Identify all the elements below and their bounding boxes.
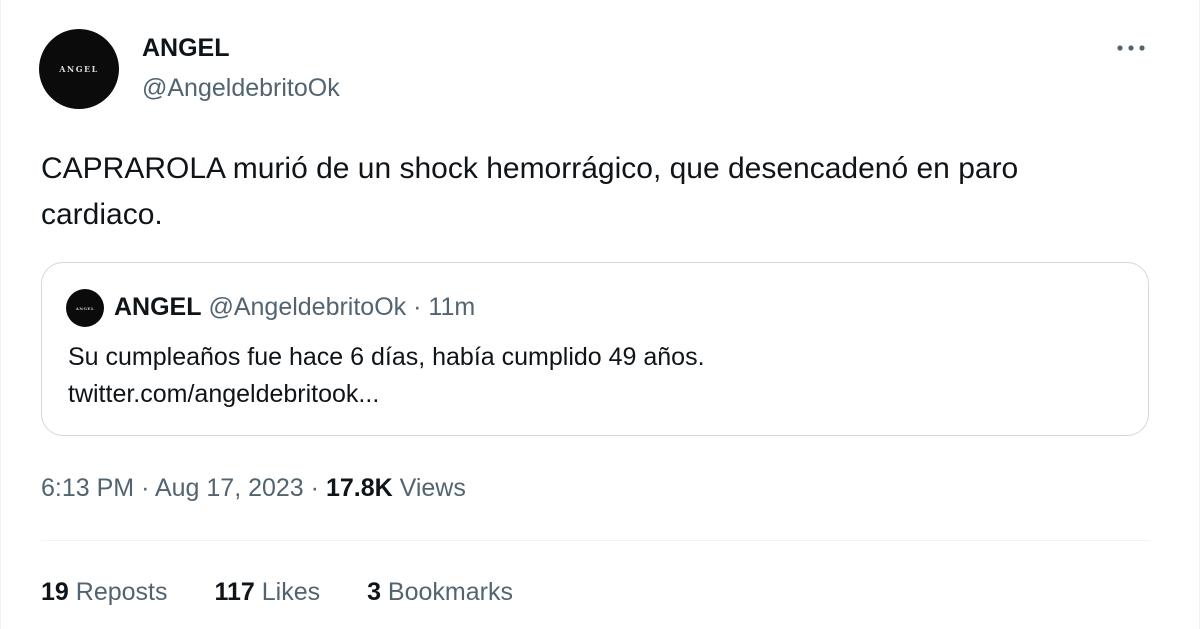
- likes-count: 117: [214, 578, 255, 606]
- meta-separator: ·: [310, 474, 319, 502]
- tweet-date[interactable]: Aug 17, 2023: [155, 474, 304, 502]
- tweet-text: CAPRAROLA murió de un shock hemorrágico,…: [41, 146, 1161, 238]
- reposts-label: Reposts: [75, 578, 168, 606]
- quoted-link[interactable]: twitter.com/angeldebritook...: [68, 376, 705, 413]
- author-display-name[interactable]: ANGEL: [142, 33, 230, 63]
- more-horizontal-icon: [1117, 45, 1145, 51]
- divider: [41, 540, 1149, 541]
- quoted-text-line: Su cumpleaños fue hace 6 días, había cum…: [68, 343, 705, 371]
- views-count: 17.8K: [325, 474, 393, 502]
- quoted-tweet-header: ANGEL @AngeldebritoOk · 11m: [114, 290, 475, 324]
- quoted-separator: ·: [413, 293, 422, 321]
- tweet-time[interactable]: 6:13 PM: [41, 474, 134, 502]
- quoted-author-avatar: ANGEL: [66, 289, 104, 327]
- bookmarks-label: Bookmarks: [387, 578, 513, 606]
- more-options-button[interactable]: [1109, 32, 1153, 64]
- meta-separator: ·: [141, 474, 150, 502]
- tweet-text-line: cardiaco.: [41, 198, 163, 231]
- quoted-tweet-text: Su cumpleaños fue hace 6 días, había cum…: [68, 339, 705, 413]
- engagement-stats: 19 Reposts 117 Likes 3 Bookmarks: [41, 575, 553, 609]
- author-handle[interactable]: @AngeldebritoOk: [142, 73, 340, 103]
- bookmarks-count: 3: [367, 578, 381, 606]
- reposts-stat[interactable]: 19 Reposts: [41, 575, 167, 609]
- avatar-logo-text: ANGEL: [59, 64, 99, 74]
- author-avatar[interactable]: ANGEL: [39, 29, 119, 109]
- likes-stat[interactable]: 117 Likes: [214, 575, 320, 609]
- views-label: Views: [399, 474, 466, 502]
- tweet-text-line: CAPRAROLA murió de un shock hemorrágico,…: [41, 152, 1019, 185]
- quoted-author-handle: @AngeldebritoOk: [208, 293, 407, 321]
- quoted-author-name: ANGEL: [114, 293, 202, 321]
- quoted-avatar-logo-text: ANGEL: [75, 305, 95, 311]
- reposts-count: 19: [41, 578, 69, 606]
- bookmarks-stat[interactable]: 3 Bookmarks: [367, 575, 513, 609]
- tweet-meta: 6:13 PM · Aug 17, 2023 · 17.8K Views: [41, 471, 466, 505]
- likes-label: Likes: [261, 578, 321, 606]
- tweet-card: ANGEL ANGEL @AngeldebritoOk CAPRAROLA mu…: [0, 0, 1200, 629]
- quoted-tweet[interactable]: ANGEL ANGEL @AngeldebritoOk · 11m Su cum…: [41, 262, 1149, 436]
- quoted-time: 11m: [428, 293, 476, 321]
